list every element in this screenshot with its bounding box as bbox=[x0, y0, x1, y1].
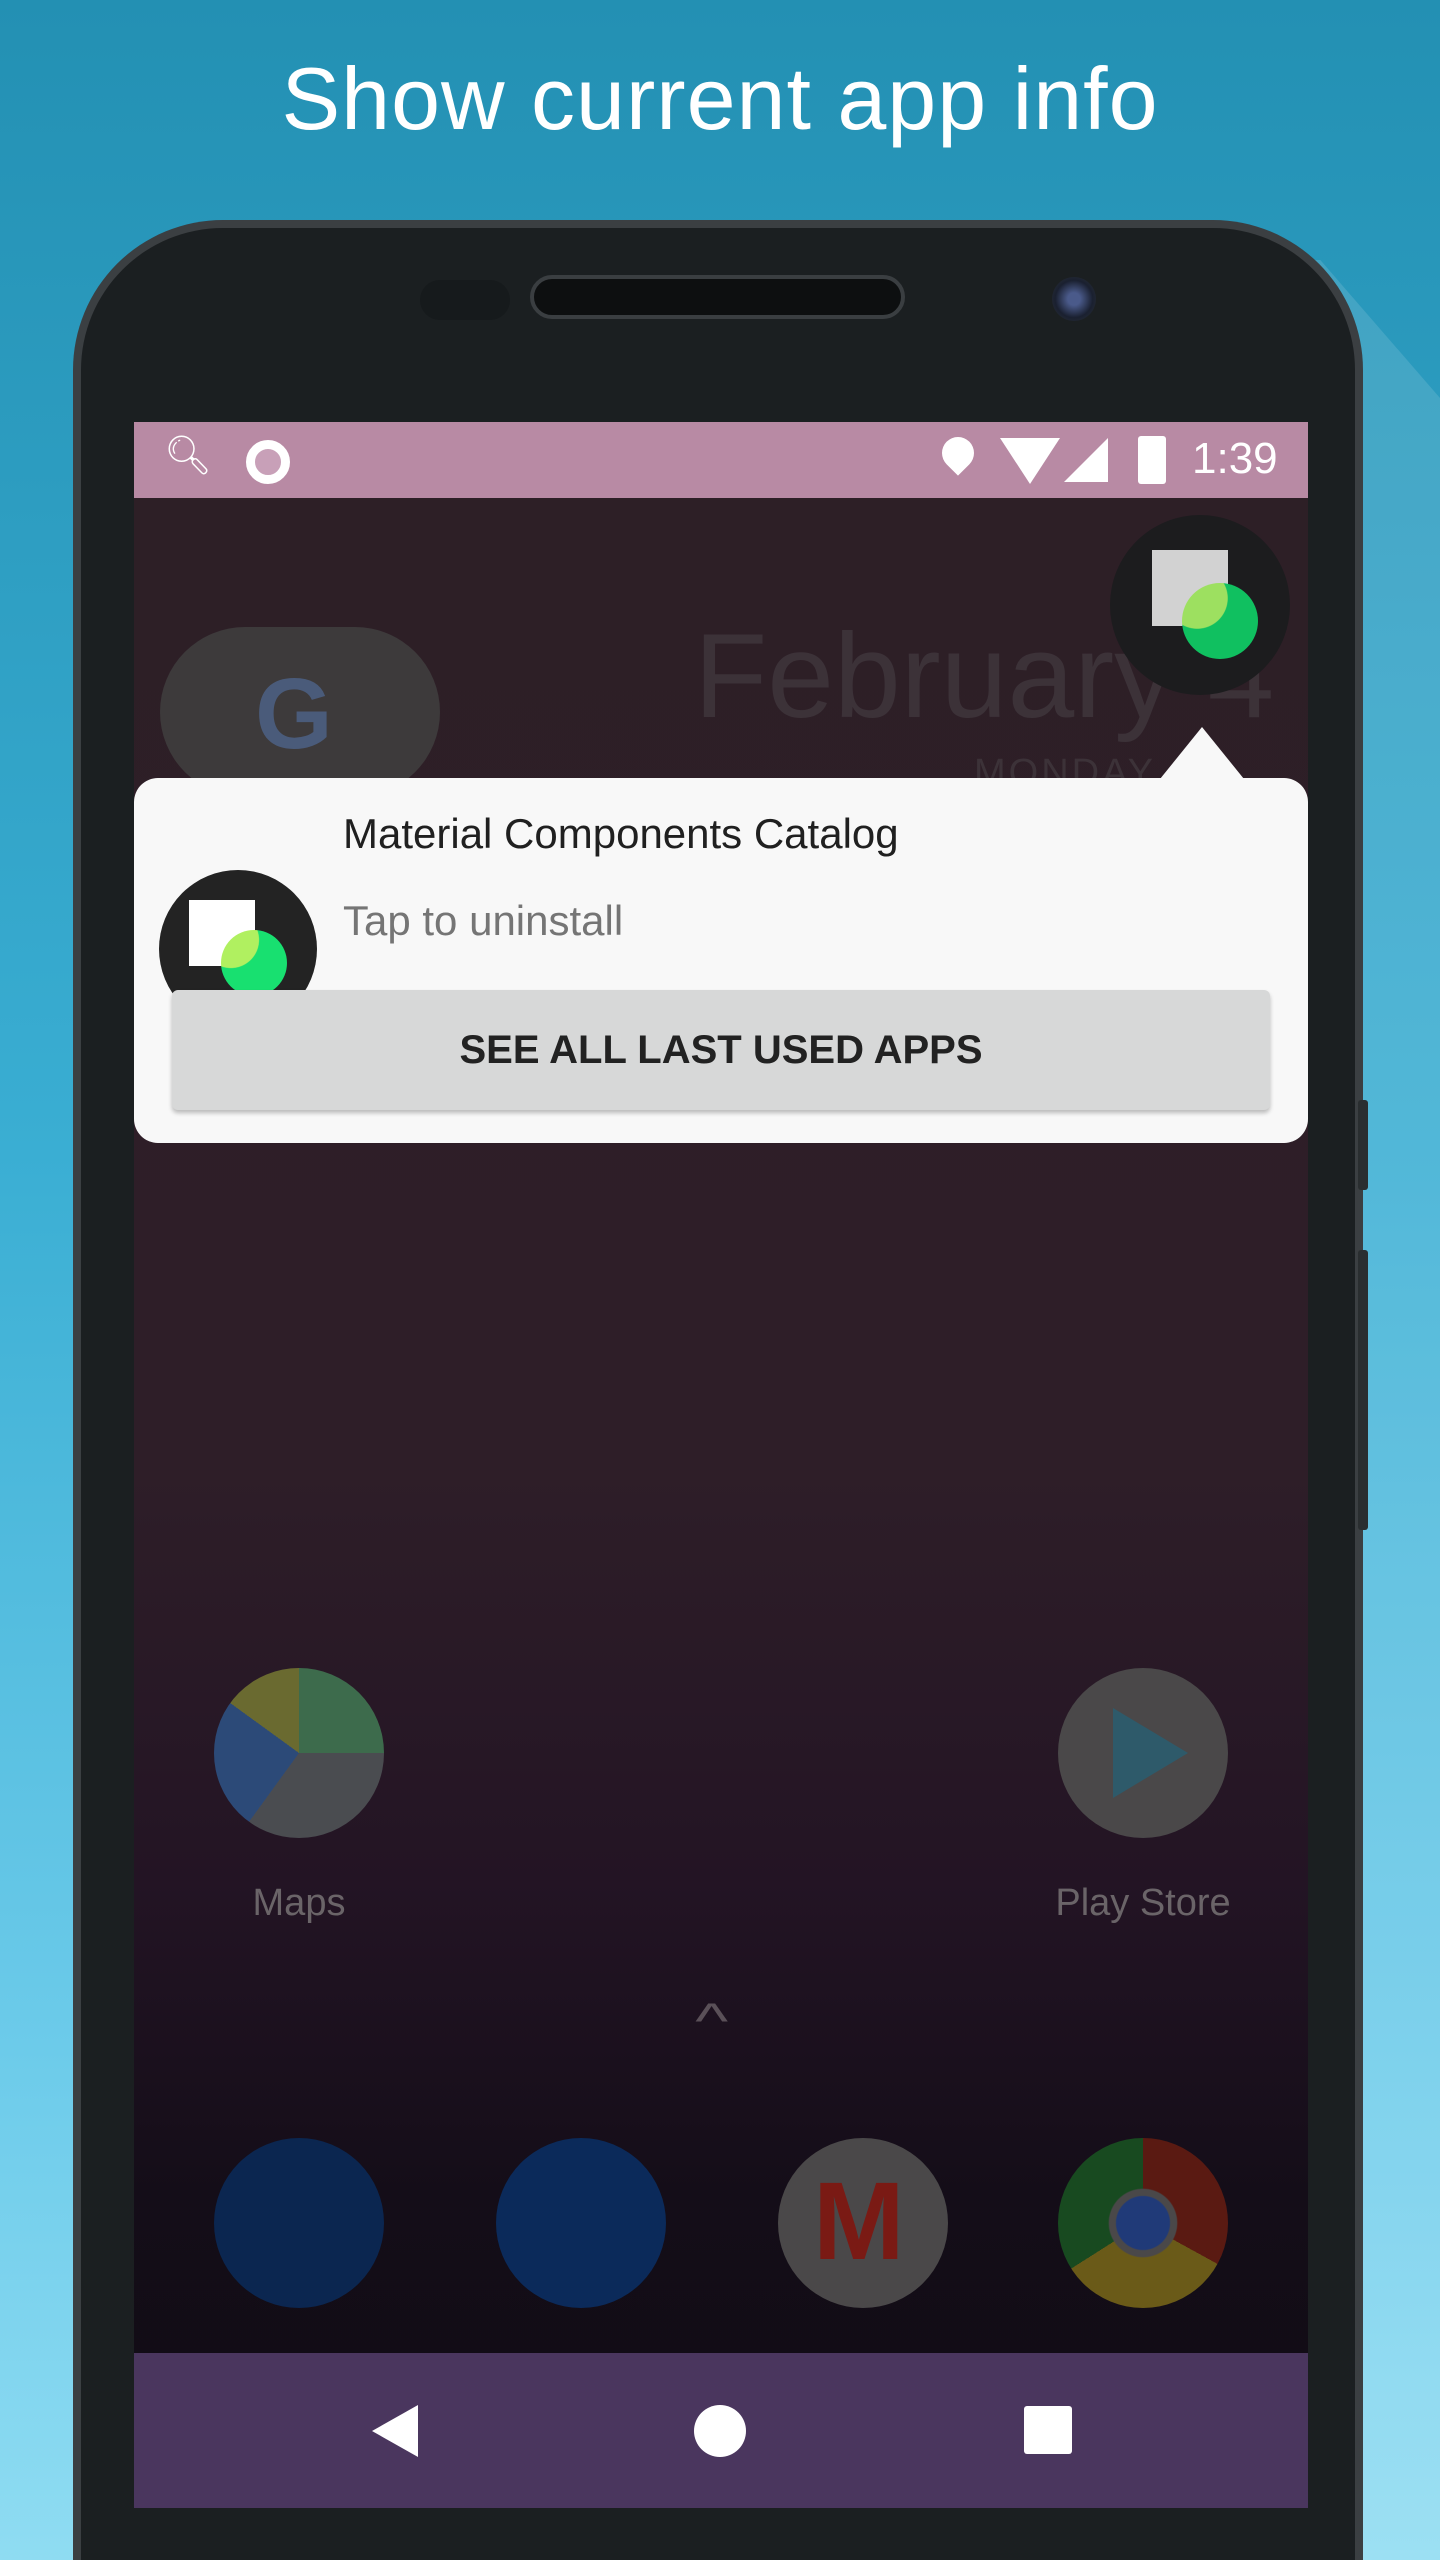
see-all-last-used-apps-button[interactable]: SEE ALL LAST USED APPS bbox=[172, 990, 1270, 1110]
maps-label: Maps bbox=[252, 1882, 346, 1924]
gmail-icon[interactable]: M bbox=[778, 2138, 948, 2308]
power-button bbox=[1358, 1100, 1368, 1190]
speaker bbox=[530, 275, 905, 319]
location-icon bbox=[935, 430, 981, 476]
google-search-widget[interactable]: G bbox=[160, 627, 440, 797]
play-store-label: Play Store bbox=[1055, 1882, 1231, 1924]
recents-icon[interactable] bbox=[1024, 2406, 1072, 2454]
popup-arrow bbox=[1160, 727, 1244, 779]
camera bbox=[1052, 277, 1096, 321]
app-name: Material Components Catalog bbox=[343, 810, 899, 857]
phone-icon[interactable] bbox=[214, 2138, 384, 2308]
current-app-bubble[interactable] bbox=[1110, 515, 1290, 695]
signal-icon bbox=[1064, 438, 1108, 482]
gmail-m: M bbox=[813, 2160, 905, 2283]
record-icon bbox=[246, 440, 290, 484]
clock: 1:39 bbox=[1192, 434, 1278, 483]
play-store-icon[interactable] bbox=[1058, 1668, 1228, 1838]
maps-icon[interactable] bbox=[214, 1668, 384, 1838]
accessibility-search-icon: 🔍︎ bbox=[164, 435, 213, 477]
status-bar: 🔍︎ 1:39 bbox=[134, 422, 1308, 498]
volume-button bbox=[1358, 1250, 1368, 1530]
page-headline: Show current app info bbox=[281, 49, 1159, 148]
phone-screen: 🔍︎ 1:39 G February 4 MONDAY Material Com… bbox=[134, 422, 1308, 2508]
app-drawer-chevron-icon[interactable]: ^ bbox=[695, 1992, 728, 2050]
messages-icon[interactable] bbox=[496, 2138, 666, 2308]
wifi-icon bbox=[1000, 438, 1060, 484]
app-circle-shape bbox=[221, 930, 287, 996]
chrome-icon[interactable] bbox=[1058, 2138, 1228, 2308]
battery-charging-icon bbox=[1138, 436, 1166, 484]
google-icon: G bbox=[255, 658, 333, 770]
uninstall-hint[interactable]: Tap to uninstall bbox=[343, 897, 623, 945]
back-icon[interactable] bbox=[372, 2405, 418, 2457]
sensor bbox=[420, 280, 510, 320]
home-icon[interactable] bbox=[694, 2405, 746, 2457]
play-triangle bbox=[1113, 1708, 1188, 1798]
navigation-bar bbox=[134, 2353, 1308, 2508]
app-circle-shape bbox=[1182, 583, 1258, 659]
